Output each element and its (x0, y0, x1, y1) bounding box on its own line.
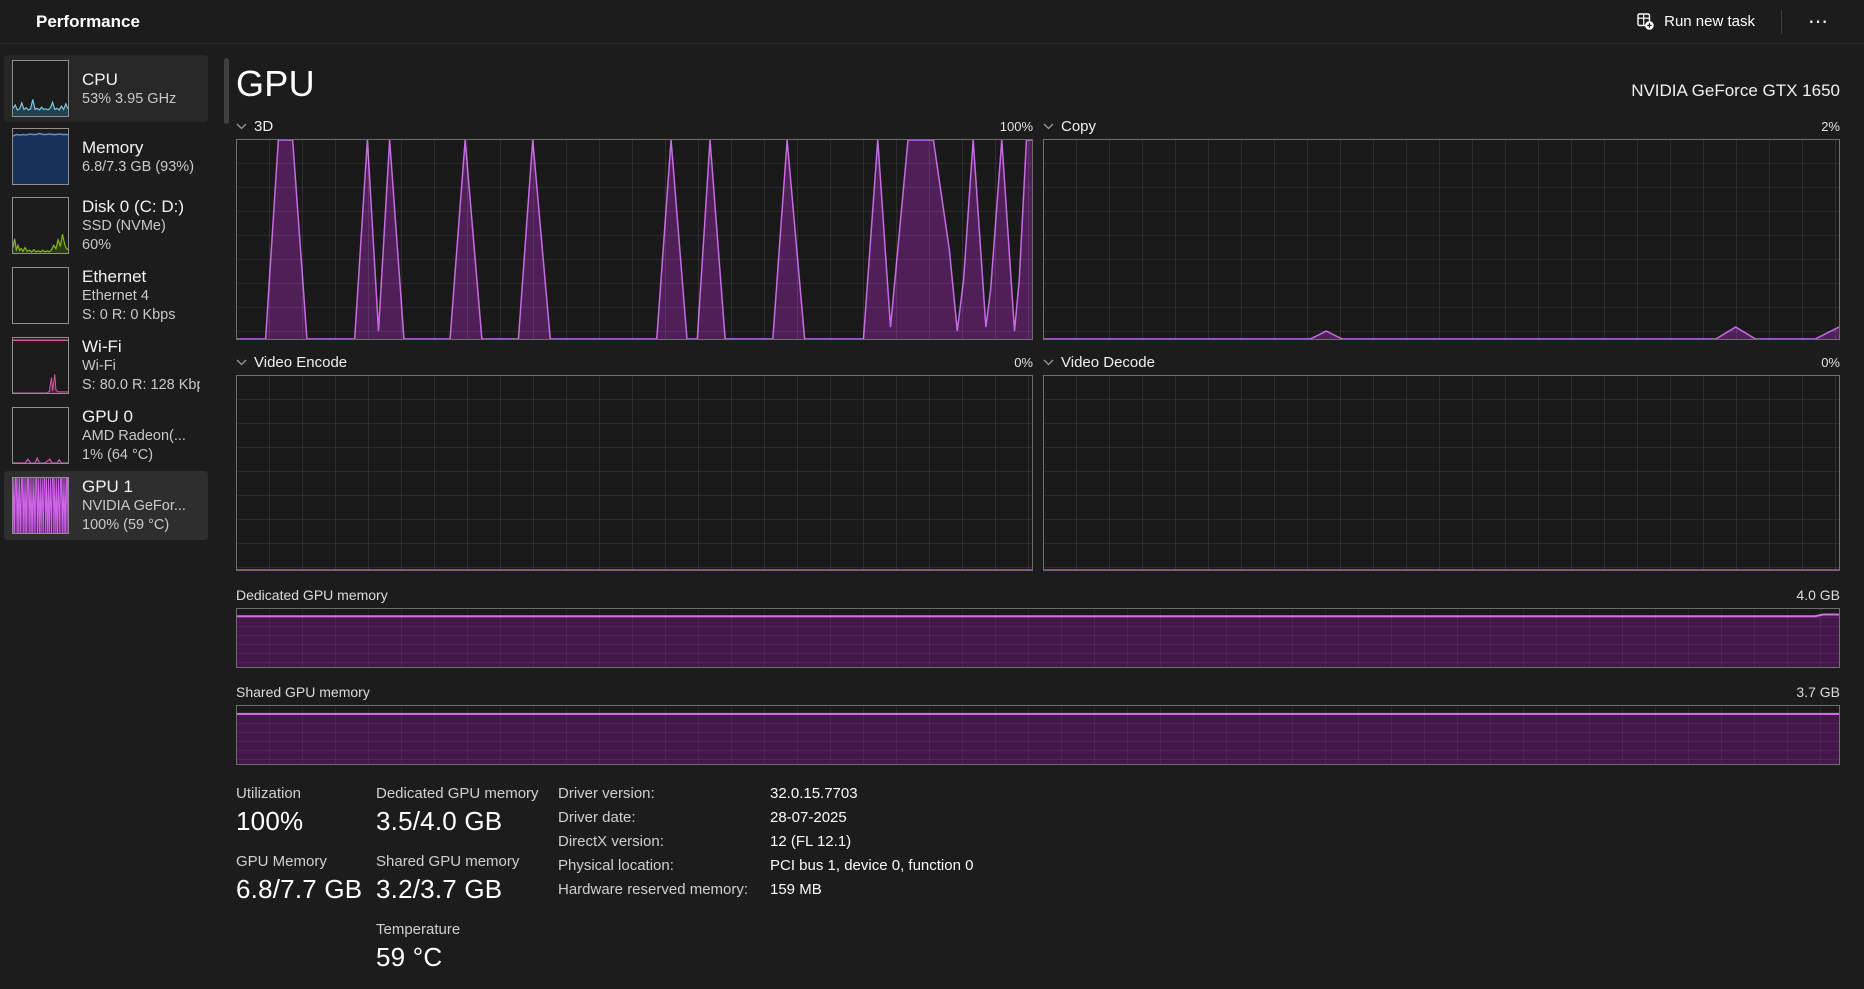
dedicated-memory-label: Dedicated GPU memory (236, 587, 388, 603)
sidebar-item-stat: S: 80.0 R: 128 Kbp (82, 377, 200, 393)
sidebar-item-title: Disk 0 (C: D:) (82, 197, 184, 216)
sidebar-item-cpu[interactable]: CPU 53% 3.95 GHz (4, 55, 208, 122)
gpu1-mini-chart (12, 477, 69, 534)
chart-title-3d: 3D (254, 118, 274, 135)
sidebar-item-stat: 100% (59 °C) (82, 517, 170, 533)
top-bar: Performance Run new task ⋯ (0, 0, 1864, 44)
chevron-down-icon[interactable] (1043, 123, 1054, 130)
disk-mini-chart (12, 197, 69, 254)
sidebar-item-subtitle: Ethernet 4 (82, 288, 149, 304)
sidebar-item-title: GPU 1 (82, 477, 134, 496)
dedicated-memory-max: 4.0 GB (1796, 587, 1840, 603)
stat-value-shared-memory: 3.2/3.7 GB (376, 874, 503, 904)
stat-label-utilization: Utilization (236, 785, 302, 802)
stat-label-temperature: Temperature (376, 921, 461, 938)
stat-value-gpu-memory: 6.8/7.7 GB (236, 874, 363, 904)
shared-memory-max: 3.7 GB (1796, 684, 1840, 700)
sidebar-item-subtitle: NVIDIA GeFor... (82, 498, 186, 514)
info-value-physical-location: PCI bus 1, device 0, function 0 (770, 857, 974, 874)
sidebar-item-stat: 6.8/7.3 GB (93%) (82, 158, 195, 175)
sidebar-item-stat: 1% (64 °C) (82, 447, 154, 463)
info-value-driver-version: 32.0.15.7703 (770, 785, 858, 802)
info-label-driver-date: Driver date: (558, 809, 636, 826)
info-value-driver-date: 28-07-2025 (770, 809, 847, 826)
info-value-hardware-reserved-memory: 159 MB (770, 881, 822, 898)
sidebar-item-wifi[interactable]: Wi-Fi Wi-Fi S: 80.0 R: 128 Kbp (4, 331, 208, 400)
page-title: Performance (36, 11, 140, 31)
stat-label-gpu-memory: GPU Memory (236, 853, 327, 870)
dedicated-memory-chart (236, 608, 1840, 668)
chevron-down-icon[interactable] (236, 359, 247, 366)
chart-3d (236, 139, 1033, 340)
chart-copy (1043, 139, 1840, 340)
stat-label-dedicated-memory: Dedicated GPU memory (376, 785, 539, 802)
gpu-detail-panel: GPU NVIDIA GeForce GTX 1650 3D 100% Copy… (212, 44, 1864, 972)
chevron-down-icon[interactable] (1043, 359, 1054, 366)
sidebar-item-gpu1[interactable]: GPU 1 NVIDIA GeFor... 100% (59 °C) (4, 471, 208, 540)
info-label-directx-version: DirectX version: (558, 833, 664, 850)
chart-video-encode (236, 375, 1033, 571)
sidebar-item-title: CPU (82, 69, 118, 89)
chevron-down-icon[interactable] (236, 123, 247, 130)
sidebar-item-memory[interactable]: Memory 6.8/7.3 GB (93%) (4, 123, 208, 190)
more-menu-button[interactable]: ⋯ (1798, 7, 1838, 36)
panel-scrollbar[interactable] (224, 58, 229, 124)
chart-title-video-encode: Video Encode (254, 354, 348, 371)
info-label-physical-location: Physical location: (558, 857, 674, 874)
chart-title-copy: Copy (1061, 118, 1097, 135)
toolbar-divider (1781, 9, 1782, 34)
performance-sidebar: CPU 53% 3.95 GHz Memory 6.8/7.3 GB (93%)… (0, 44, 212, 970)
sidebar-item-subtitle: AMD Radeon(... (82, 428, 186, 444)
run-new-task-label: Run new task (1664, 13, 1755, 30)
shared-memory-chart (236, 705, 1840, 765)
chart-value-video-encode: 0% (1014, 355, 1033, 370)
sidebar-item-title: Memory (82, 137, 144, 157)
sidebar-item-title: GPU 0 (82, 407, 134, 426)
sidebar-item-title: Ethernet (82, 267, 147, 286)
sidebar-item-subtitle: SSD (NVMe) (82, 218, 166, 234)
sidebar-item-stat: S: 0 R: 0 Kbps (82, 307, 176, 323)
gpu0-mini-chart (12, 407, 69, 464)
sidebar-item-disk0[interactable]: Disk 0 (C: D:) SSD (NVMe) 60% (4, 191, 208, 260)
chart-video-decode (1043, 375, 1840, 571)
stat-label-shared-memory: Shared GPU memory (376, 853, 520, 870)
stat-value-dedicated-memory: 3.5/4.0 GB (376, 806, 503, 836)
ethernet-mini-chart (12, 267, 69, 324)
info-label-hardware-reserved-memory: Hardware reserved memory: (558, 881, 749, 898)
sidebar-item-ethernet[interactable]: Ethernet Ethernet 4 S: 0 R: 0 Kbps (4, 261, 208, 330)
chart-title-video-decode: Video Decode (1061, 354, 1155, 371)
window-plus-icon (1637, 13, 1654, 30)
driver-info: Driver version: 32.0.15.7703 Driver date… (558, 785, 973, 989)
chart-value-video-decode: 0% (1821, 355, 1840, 370)
stat-value-temperature: 59 °C (376, 942, 443, 972)
run-new-task-button[interactable]: Run new task (1627, 7, 1765, 36)
info-value-directx-version: 12 (FL 12.1) (770, 833, 852, 850)
gpu-device-name: NVIDIA GeForce GTX 1650 (1631, 81, 1840, 100)
sidebar-item-stat: 53% 3.95 GHz (82, 90, 177, 107)
sidebar-item-gpu0[interactable]: GPU 0 AMD Radeon(... 1% (64 °C) (4, 401, 208, 470)
chart-value-copy: 2% (1821, 119, 1840, 134)
sidebar-item-subtitle: Wi-Fi (82, 358, 116, 374)
sidebar-item-title: Wi-Fi (82, 337, 122, 356)
panel-title: GPU (236, 63, 315, 104)
sidebar-item-stat: 60% (82, 237, 112, 253)
wifi-mini-chart (12, 337, 69, 394)
cpu-mini-chart (12, 60, 69, 117)
memory-mini-chart (12, 128, 69, 185)
stat-value-utilization: 100% (236, 806, 304, 836)
shared-memory-label: Shared GPU memory (236, 684, 370, 700)
chart-value-3d: 100% (999, 119, 1033, 134)
info-label-driver-version: Driver version: (558, 785, 655, 802)
top-bar-actions: Run new task ⋯ (1627, 7, 1838, 36)
